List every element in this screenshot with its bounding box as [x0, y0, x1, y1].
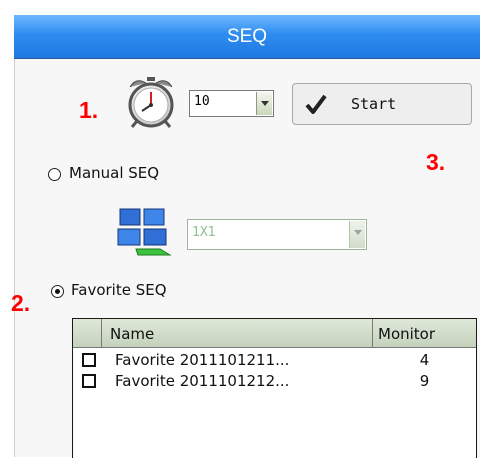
favorites-table: Name Monitor Favorite 2011101211... 4 Fa… — [72, 318, 477, 458]
monitor-grid-icon — [117, 208, 172, 256]
table-header: Name Monitor — [73, 319, 476, 348]
annotation-3: 3. — [426, 149, 446, 175]
interval-select[interactable]: 10 — [189, 90, 274, 117]
row-monitor: 4 — [419, 351, 430, 369]
chevron-down-icon[interactable] — [256, 92, 272, 115]
column-header-monitor[interactable]: Monitor — [373, 319, 476, 347]
layout-value: 1X1 — [192, 225, 216, 240]
row-name: Favorite 2011101212... — [115, 372, 290, 390]
start-button[interactable]: Start — [292, 83, 472, 125]
annotation-2: 2. — [11, 290, 31, 316]
column-header-select[interactable] — [73, 319, 102, 347]
column-name-label: Name — [110, 325, 155, 343]
alarm-clock-icon — [128, 77, 174, 128]
manual-seq-label: Manual SEQ — [69, 164, 160, 182]
favorite-seq-label: Favorite SEQ — [71, 281, 167, 299]
table-row[interactable]: Favorite 2011101212... 9 — [73, 371, 476, 392]
row-checkbox[interactable] — [82, 374, 96, 388]
table-row[interactable]: Favorite 2011101211... 4 — [73, 350, 476, 371]
column-header-name[interactable]: Name — [102, 319, 373, 347]
checkmark-icon — [305, 94, 327, 114]
interval-value: 10 — [194, 94, 210, 109]
row-monitor: 9 — [419, 372, 430, 390]
favorite-seq-radio[interactable] — [51, 285, 64, 298]
chevron-down-icon[interactable] — [349, 221, 365, 248]
annotation-1: 1. — [79, 97, 99, 123]
start-label: Start — [351, 95, 397, 113]
row-checkbox[interactable] — [82, 353, 96, 367]
seq-header: SEQ — [14, 15, 480, 59]
row-name: Favorite 2011101211... — [115, 351, 290, 369]
manual-seq-radio[interactable] — [48, 168, 61, 181]
seq-title: SEQ — [226, 26, 268, 47]
column-monitor-label: Monitor — [378, 325, 436, 343]
layout-select[interactable]: 1X1 — [187, 219, 367, 250]
